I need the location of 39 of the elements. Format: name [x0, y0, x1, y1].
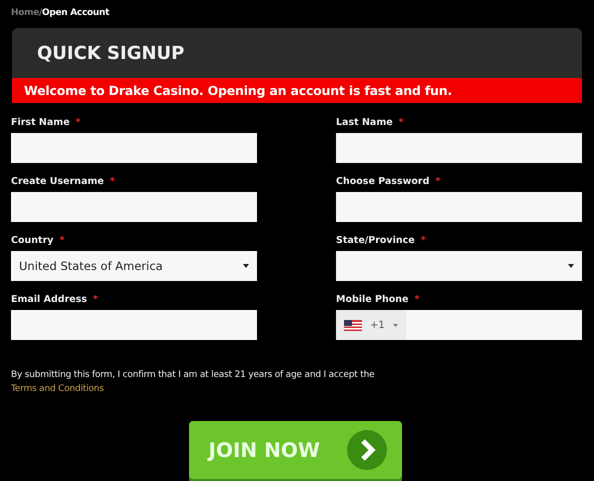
consent-text: By submitting this form, I confirm that I am at least 21 years of age and I accept the: [11, 369, 376, 382]
chevron-right-icon: [346, 430, 386, 470]
input-field[interactable]: [11, 133, 257, 163]
panel-title: QUICK SIGNUP: [37, 42, 184, 64]
breadcrumb-link[interactable]: Home: [11, 8, 39, 28]
field-label: Country: [11, 235, 54, 248]
required-marker: *: [59, 235, 64, 248]
terms-link[interactable]: Terms and Conditions: [11, 382, 104, 396]
input-field[interactable]: [11, 192, 257, 222]
input-field[interactable]: [336, 133, 582, 163]
input-field[interactable]: [11, 310, 257, 340]
caret-icon: [392, 324, 398, 326]
required-marker: *: [435, 176, 440, 189]
required-marker: *: [93, 294, 98, 307]
required-marker: *: [76, 117, 81, 130]
welcome-banner: Welcome to Drake Casino. Opening an account is fast and fun.: [12, 78, 582, 103]
breadcrumb-separator: /: [39, 8, 42, 20]
breadcrumb-current: Open Account: [42, 8, 110, 20]
required-marker: *: [420, 235, 426, 248]
field-label: First Name: [11, 117, 70, 130]
caret-icon: [568, 264, 574, 268]
required-marker: *: [414, 294, 420, 307]
field-label: State/Province: [336, 235, 415, 248]
field-label: Mobile Phone: [336, 294, 409, 307]
field-label: Choose Password: [336, 176, 430, 189]
field-label: Last Name: [336, 117, 393, 130]
select-field[interactable]: [336, 251, 582, 281]
caret-icon: [243, 264, 249, 268]
flag-icon: [344, 320, 362, 330]
phone-field[interactable]: +1: [336, 310, 582, 340]
dial-code: +1: [370, 320, 385, 330]
field-label: Create Username: [11, 176, 104, 189]
input-field[interactable]: [336, 192, 582, 222]
country-code-picker[interactable]: +1: [336, 310, 406, 340]
field-label: Email Address: [11, 294, 88, 307]
select-value: United States of America: [19, 259, 163, 273]
select-field[interactable]: United States of America: [11, 251, 257, 281]
required-marker: *: [110, 176, 115, 189]
required-marker: *: [398, 117, 404, 130]
